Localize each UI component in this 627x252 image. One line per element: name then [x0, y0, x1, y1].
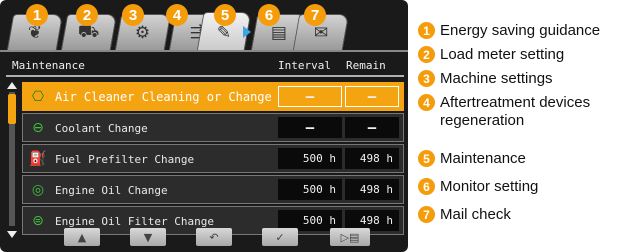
scroll-up-arrow-icon[interactable] — [7, 82, 17, 89]
tab-divider — [0, 50, 408, 52]
item-label: Fuel Prefilter Change — [55, 153, 195, 166]
tab-bar: ❦ ⛟ ⚙ ⇶ ✎ ▤ ✉ — [0, 0, 408, 52]
remain-value: 498 h — [345, 179, 399, 200]
interval-value: — — [278, 117, 342, 138]
legend-number-badge: 2 — [418, 46, 435, 63]
scroll-down-button[interactable]: ▼ — [130, 228, 166, 246]
tab-number-badge-2: 2 — [76, 4, 98, 26]
maintenance-list: ⎔ Air Cleaner Cleaning or Change — — ⊖ C… — [22, 82, 404, 237]
engine-oil-icon: ◎ — [31, 182, 45, 198]
interval-value: 500 h — [278, 179, 342, 200]
next-tab-icon: ▷▤ — [340, 230, 360, 244]
remain-column-header: Remain — [346, 59, 386, 72]
list-item-coolant[interactable]: ⊖ Coolant Change — — — [22, 113, 404, 142]
legend-label: Maintenance — [440, 150, 526, 167]
back-button[interactable]: ↶ — [196, 228, 232, 246]
machine-settings-icon: ⚙ — [135, 22, 151, 43]
legend-label: Energy saving guidance — [440, 22, 601, 39]
check-icon: ✓ — [275, 230, 285, 244]
list-item-air-cleaner[interactable]: ⎔ Air Cleaner Cleaning or Change — — — [22, 82, 404, 111]
legend-number-badge: 4 — [418, 94, 435, 111]
tab-cursor-icon — [243, 26, 251, 38]
confirm-button[interactable]: ✓ — [262, 228, 298, 246]
remain-value: 498 h — [345, 148, 399, 169]
return-icon: ↶ — [209, 230, 219, 244]
arrow-up-icon: ▲ — [77, 230, 87, 244]
monitor-screen: ❦ ⛟ ⚙ ⇶ ✎ ▤ ✉ 1 2 3 4 5 6 7 Maintenance … — [0, 0, 408, 252]
remain-value: — — [345, 86, 399, 107]
arrow-down-icon: ▼ — [143, 230, 153, 244]
scrollbar[interactable] — [6, 80, 18, 240]
remain-value: — — [345, 117, 399, 138]
fuel-prefilter-icon: ⛽ — [29, 151, 47, 167]
item-label: Coolant Change — [55, 122, 148, 135]
next-tab-button[interactable]: ▷▤ — [330, 228, 370, 246]
legend-number-badge: 6 — [418, 178, 435, 195]
legend-label: Machine settings — [440, 70, 553, 87]
legend-label: Mail check — [440, 206, 511, 223]
list-item-fuel-prefilter[interactable]: ⛽ Fuel Prefilter Change 500 h 498 h — [22, 144, 404, 173]
item-label: Engine Oil Change — [55, 184, 168, 197]
legend-number-badge: 5 — [418, 150, 435, 167]
interval-value: — — [278, 86, 342, 107]
legend-number-badge: 7 — [418, 206, 435, 223]
tab-number-badge-3: 3 — [122, 4, 144, 26]
item-label: Air Cleaner Cleaning or Change — [55, 90, 272, 104]
scroll-up-button[interactable]: ▲ — [64, 228, 100, 246]
monitor-setting-icon: ▤ — [270, 22, 287, 43]
interval-column-header: Interval — [278, 59, 331, 72]
legend-label: Monitor setting — [440, 178, 539, 195]
page-title: Maintenance — [12, 59, 85, 72]
list-header: Maintenance Interval Remain — [6, 55, 404, 77]
air-cleaner-icon: ⎔ — [31, 89, 45, 105]
tab-number-badge-7: 7 — [304, 4, 326, 26]
legend-label: Aftertreatment devices regeneration — [440, 94, 591, 129]
scroll-down-arrow-icon[interactable] — [7, 231, 17, 238]
interval-value: 500 h — [278, 148, 342, 169]
legend-number-badge: 3 — [418, 70, 435, 87]
scroll-thumb[interactable] — [8, 94, 16, 124]
tab-number-badge-1: 1 — [26, 4, 48, 26]
legend-number-badge: 1 — [418, 22, 435, 39]
list-item-engine-oil[interactable]: ◎ Engine Oil Change 500 h 498 h — [22, 175, 404, 204]
tab-number-badge-5: 5 — [214, 4, 236, 26]
oil-filter-icon: ⊜ — [32, 213, 44, 229]
legend-label: Load meter setting — [440, 46, 565, 63]
coolant-icon: ⊖ — [32, 120, 44, 136]
tab-number-badge-6: 6 — [258, 4, 280, 26]
tab-number-badge-4: 4 — [166, 4, 188, 26]
item-label: Engine Oil Filter Change — [55, 215, 214, 228]
